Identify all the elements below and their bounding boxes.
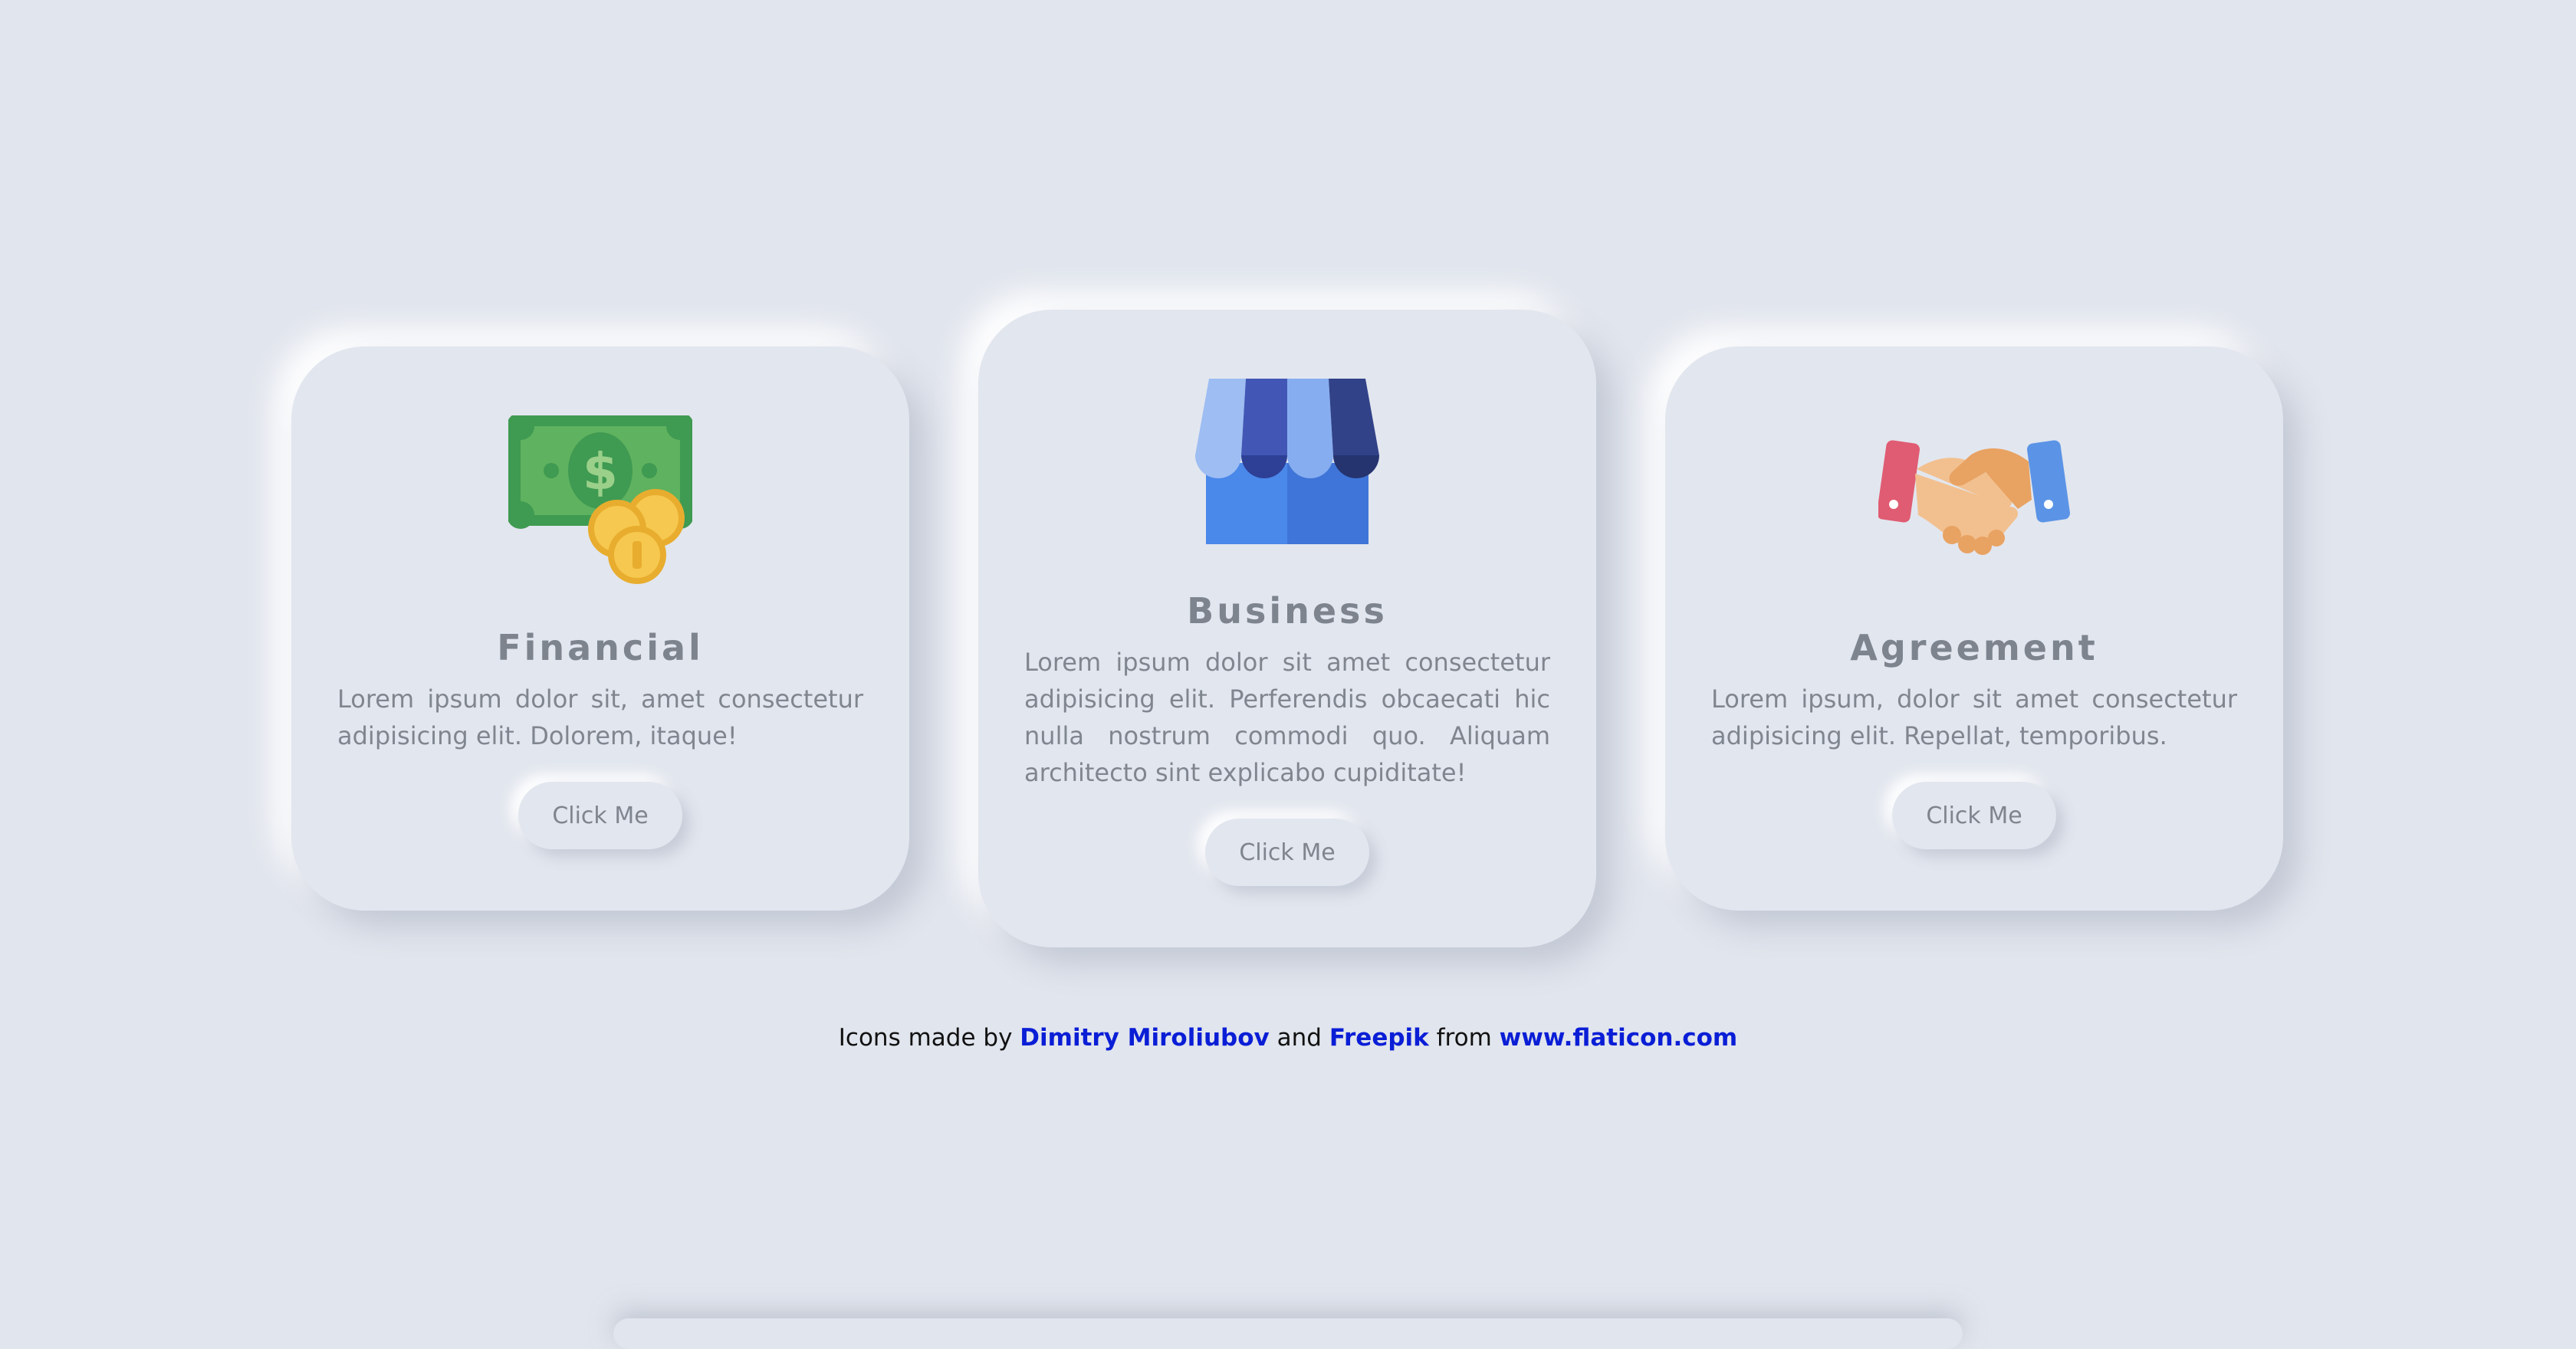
card-business: Business Lorem ipsum dolor sit amet cons…	[978, 310, 1596, 947]
handshake-icon	[1877, 438, 2070, 564]
credit-from: from	[1436, 1024, 1492, 1052]
svg-text:$: $	[583, 442, 618, 501]
card-title: Agreement	[1850, 627, 2098, 668]
click-me-button[interactable]: Click Me	[518, 782, 682, 849]
click-me-button[interactable]: Click Me	[1892, 782, 2056, 849]
money-coins-icon: $	[507, 412, 694, 587]
store-icon	[1195, 379, 1379, 547]
card-description: Lorem ipsum, dolor sit amet consectetur …	[1711, 684, 2237, 750]
card-title: Business	[1187, 590, 1388, 632]
card-description: Lorem ipsum dolor sit amet consectetur a…	[1024, 648, 1550, 787]
icon-credit: Icons made by Dimitry Miroliubov and Fre…	[0, 1024, 2576, 1052]
card-financial: $ Financial Lorem ipsum dolor sit, amet …	[291, 346, 909, 911]
click-me-button[interactable]: Click Me	[1205, 819, 1369, 886]
bottom-panel-edge	[613, 1318, 1963, 1349]
card-agreement: Agreement Lorem ipsum, dolor sit amet co…	[1665, 346, 2283, 911]
author-link-freepik[interactable]: Freepik	[1329, 1024, 1429, 1052]
card-description: Lorem ipsum dolor sit, amet consectetur …	[337, 684, 863, 750]
author-link-dimitry-miroliubov[interactable]: Dimitry Miroliubov	[1020, 1024, 1269, 1052]
credit-prefix: Icons made by	[838, 1024, 1013, 1052]
site-link-flaticon[interactable]: www.flaticon.com	[1500, 1024, 1738, 1052]
credit-and: and	[1276, 1024, 1322, 1052]
card-title: Financial	[497, 627, 704, 668]
